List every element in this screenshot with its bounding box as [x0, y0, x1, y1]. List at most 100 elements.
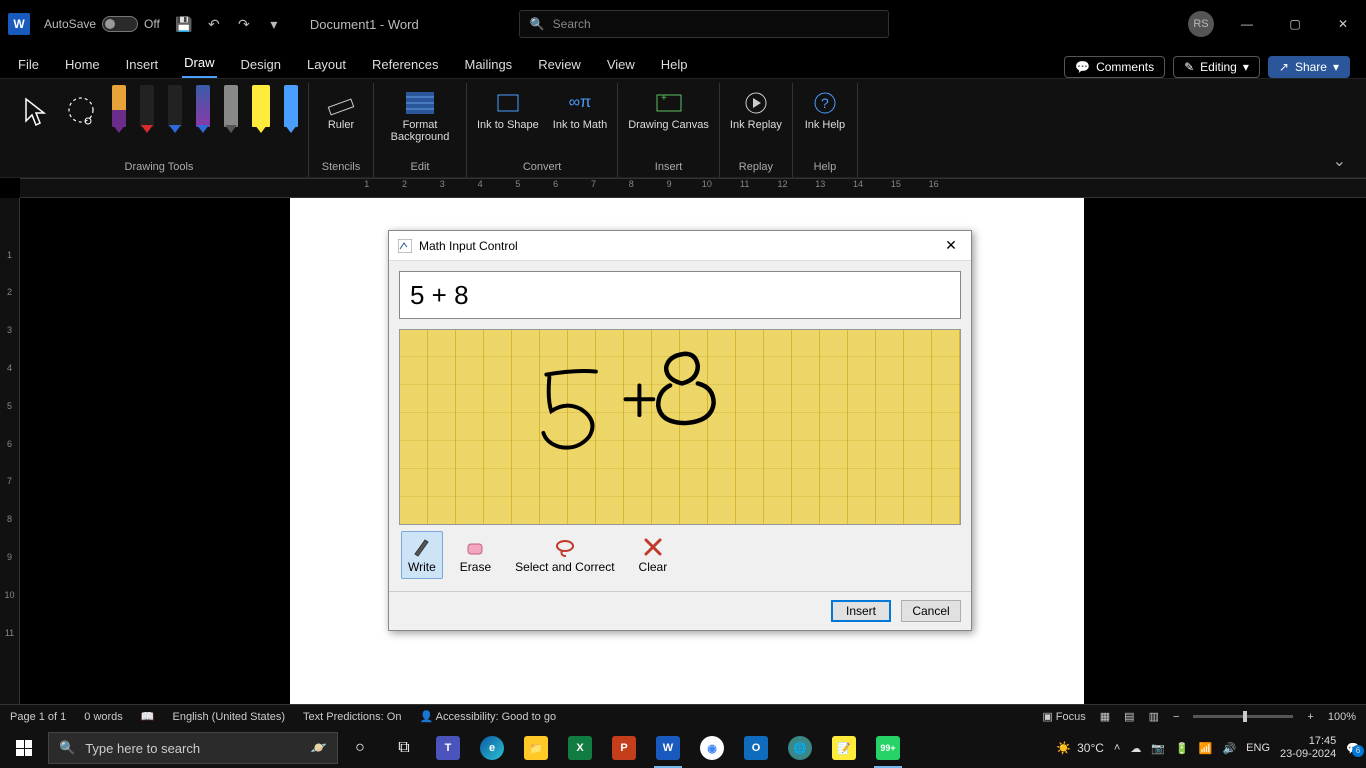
weather-widget[interactable]: ☀️30°C: [1056, 741, 1104, 755]
notifications-icon[interactable]: 💬6: [1346, 742, 1360, 755]
zoom-in-button[interactable]: +: [1307, 711, 1313, 723]
ink-to-shape-button[interactable]: Ink to Shape: [477, 85, 539, 131]
cancel-button[interactable]: Cancel: [901, 600, 961, 622]
save-icon[interactable]: 💾: [176, 16, 192, 32]
dialog-footer: Insert Cancel: [389, 591, 971, 630]
pen-galaxy[interactable]: [196, 85, 210, 127]
teams-icon[interactable]: T: [426, 728, 470, 768]
chrome-icon[interactable]: ◉: [690, 728, 734, 768]
redo-icon[interactable]: ↷: [236, 16, 252, 32]
word-icon[interactable]: W: [646, 728, 690, 768]
sticky-notes-icon[interactable]: 📝: [822, 728, 866, 768]
search-box[interactable]: 🔍 Search: [519, 10, 889, 38]
ink-replay-button[interactable]: Ink Replay: [730, 85, 782, 131]
lasso-tool[interactable]: [64, 85, 98, 134]
task-view-icon[interactable]: ⧉: [382, 728, 426, 768]
language-indicator[interactable]: ENG: [1246, 742, 1270, 754]
search-placeholder: Search: [553, 17, 591, 31]
undo-icon[interactable]: ↶: [206, 16, 222, 32]
meet-now-icon[interactable]: 📷: [1151, 742, 1165, 755]
wifi-icon[interactable]: 📶: [1199, 742, 1213, 755]
clear-tool[interactable]: Clear: [632, 531, 675, 579]
volume-icon[interactable]: 🔊: [1222, 742, 1236, 755]
group-label: Edit: [411, 161, 430, 177]
tab-view[interactable]: View: [605, 53, 637, 78]
drawing-canvas-button[interactable]: + Drawing Canvas: [628, 85, 709, 131]
horizontal-ruler[interactable]: 12345678910111213141516: [20, 178, 1366, 198]
select-tool[interactable]: [20, 85, 50, 134]
handwriting-canvas[interactable]: [399, 329, 961, 525]
format-background-button[interactable]: Format Background: [384, 85, 456, 143]
pen-orange[interactable]: [112, 85, 126, 127]
language-status[interactable]: English (United States): [173, 711, 286, 723]
ink-math-icon: ∞π: [566, 89, 594, 117]
insert-button[interactable]: Insert: [831, 600, 891, 622]
start-button[interactable]: [0, 728, 48, 768]
focus-mode-button[interactable]: ▣ Focus: [1042, 710, 1085, 723]
ink-to-math-button[interactable]: ∞π Ink to Math: [553, 85, 607, 131]
whatsapp-icon[interactable]: 99+: [866, 728, 910, 768]
editing-mode-button[interactable]: ✎Editing▾: [1173, 56, 1260, 78]
spellcheck-icon[interactable]: 📖: [141, 710, 155, 723]
accessibility-status[interactable]: 👤 Accessibility: Good to go: [419, 710, 556, 723]
autosave-toggle[interactable]: AutoSave Off: [44, 16, 160, 32]
taskbar-search[interactable]: 🔍 Type here to search 🪐: [48, 732, 338, 764]
zoom-level[interactable]: 100%: [1328, 711, 1356, 723]
clock[interactable]: 17:45 23-09-2024: [1280, 735, 1336, 761]
vertical-ruler[interactable]: 1234567891011: [0, 198, 20, 708]
close-button[interactable]: ✕: [1328, 9, 1358, 39]
tab-review[interactable]: Review: [536, 53, 583, 78]
select-correct-tool[interactable]: Select and Correct: [508, 531, 621, 579]
highlighter-yellow[interactable]: [252, 85, 270, 127]
erase-tool[interactable]: Erase: [453, 531, 498, 579]
edge-icon[interactable]: e: [470, 728, 514, 768]
tab-draw[interactable]: Draw: [182, 51, 216, 78]
search-highlights-icon: 🪐: [311, 740, 327, 756]
word-count[interactable]: 0 words: [84, 711, 123, 723]
tray-overflow-icon[interactable]: ˄: [1114, 742, 1120, 754]
pencil-tool[interactable]: [224, 85, 238, 127]
customize-qat-icon[interactable]: ▾: [266, 16, 282, 32]
tab-help[interactable]: Help: [659, 53, 690, 78]
maximize-button[interactable]: ▢: [1280, 9, 1310, 39]
powerpoint-icon[interactable]: P: [602, 728, 646, 768]
zoom-out-button[interactable]: −: [1173, 711, 1179, 723]
canvas-icon: +: [655, 89, 683, 117]
dialog-close-button[interactable]: ✕: [939, 234, 963, 258]
file-explorer-icon[interactable]: 📁: [514, 728, 558, 768]
battery-icon[interactable]: 🔋: [1175, 742, 1189, 755]
browser-icon[interactable]: 🌐: [778, 728, 822, 768]
ink-help-button[interactable]: ? Ink Help: [803, 85, 847, 131]
pen-red[interactable]: [140, 85, 154, 127]
pen-sparkle[interactable]: [284, 85, 298, 127]
user-avatar[interactable]: RS: [1188, 11, 1214, 37]
onedrive-icon[interactable]: ☁: [1130, 742, 1141, 755]
web-layout-icon[interactable]: ▥: [1149, 710, 1159, 723]
tab-layout[interactable]: Layout: [305, 53, 348, 78]
excel-icon[interactable]: X: [558, 728, 602, 768]
page-status[interactable]: Page 1 of 1: [10, 711, 66, 723]
text-predictions-status[interactable]: Text Predictions: On: [303, 711, 401, 723]
tab-references[interactable]: References: [370, 53, 440, 78]
collapse-ribbon-button[interactable]: ⌄: [1323, 145, 1356, 177]
outlook-icon[interactable]: O: [734, 728, 778, 768]
minimize-button[interactable]: —: [1232, 9, 1262, 39]
cortana-icon[interactable]: ○: [338, 728, 382, 768]
pen-blue[interactable]: [168, 85, 182, 127]
print-layout-icon[interactable]: ▤: [1124, 710, 1134, 723]
comments-button[interactable]: 💬Comments: [1064, 56, 1165, 78]
recognized-expression: 5 + 8: [399, 271, 961, 319]
zoom-slider[interactable]: [1193, 715, 1293, 718]
ink-strokes: [400, 330, 960, 524]
tab-mailings[interactable]: Mailings: [463, 53, 515, 78]
read-mode-icon[interactable]: ▦: [1100, 710, 1110, 723]
ruler-button[interactable]: Ruler: [319, 85, 363, 131]
tab-home[interactable]: Home: [63, 53, 102, 78]
tab-file[interactable]: File: [16, 53, 41, 78]
dialog-titlebar[interactable]: Math Input Control ✕: [389, 231, 971, 261]
lasso-select-icon: [554, 536, 576, 558]
tab-insert[interactable]: Insert: [124, 53, 161, 78]
share-button[interactable]: ↗Share▾: [1268, 56, 1350, 78]
tab-design[interactable]: Design: [239, 53, 283, 78]
write-tool[interactable]: Write: [401, 531, 443, 579]
